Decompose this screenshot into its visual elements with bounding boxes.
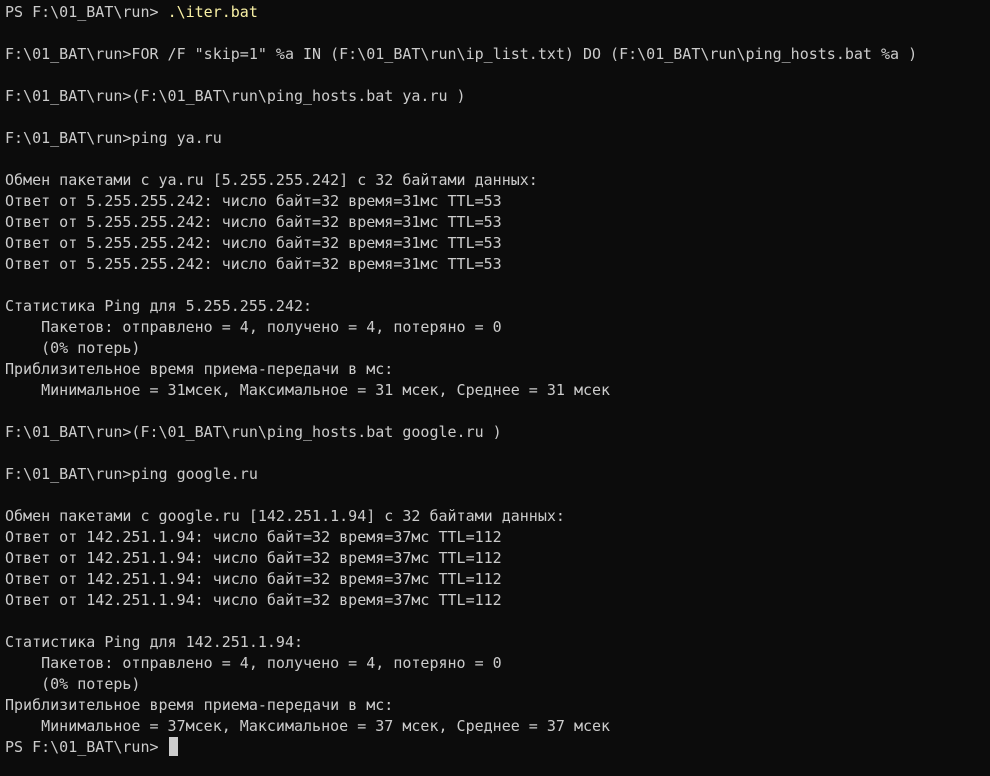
output-line: Пакетов: отправлено = 4, получено = 4, п… — [5, 654, 502, 672]
output-line: Статистика Ping для 142.251.1.94: — [5, 633, 304, 651]
output-line: Ответ от 142.251.1.94: число байт=32 вре… — [5, 549, 502, 567]
text-cursor — [168, 737, 178, 756]
output-line: Ответ от 142.251.1.94: число байт=32 вре… — [5, 570, 502, 588]
prompt-text: PS F:\01_BAT\run> — [5, 738, 168, 756]
output-line: Ответ от 5.255.255.242: число байт=32 вр… — [5, 234, 502, 252]
output-line: F:\01_BAT\run>ping google.ru — [5, 465, 258, 483]
terminal-output: F:\01_BAT\run>FOR /F "skip=1" %a IN (F:\… — [5, 23, 990, 737]
output-line: (0% потерь) — [5, 339, 141, 357]
output-line: Приблизительное время приема-передачи в … — [5, 696, 394, 714]
output-line: F:\01_BAT\run>(F:\01_BAT\run\ping_hosts.… — [5, 87, 466, 105]
output-line: Ответ от 5.255.255.242: число байт=32 вр… — [5, 255, 502, 273]
output-line: F:\01_BAT\run>ping ya.ru — [5, 129, 222, 147]
output-line: F:\01_BAT\run>(F:\01_BAT\run\ping_hosts.… — [5, 423, 502, 441]
command-text: .\iter.bat — [167, 3, 258, 21]
output-line: Обмен пакетами с google.ru [142.251.1.94… — [5, 507, 565, 525]
output-line: Пакетов: отправлено = 4, получено = 4, п… — [5, 318, 502, 336]
current-prompt-line[interactable]: PS F:\01_BAT\run> — [5, 737, 990, 758]
prompt-text: PS F:\01_BAT\run> — [5, 3, 168, 21]
output-line: Обмен пакетами с ya.ru [5.255.255.242] с… — [5, 171, 538, 189]
output-line: F:\01_BAT\run>FOR /F "skip=1" %a IN (F:\… — [5, 45, 918, 63]
output-line: Статистика Ping для 5.255.255.242: — [5, 297, 313, 315]
output-line: (0% потерь) — [5, 675, 141, 693]
output-line: Ответ от 5.255.255.242: число байт=32 вр… — [5, 192, 502, 210]
output-line: Ответ от 142.251.1.94: число байт=32 вре… — [5, 528, 502, 546]
output-line: Минимальное = 37мсек, Максимальное = 37 … — [5, 717, 611, 735]
output-line: Приблизительное время приема-передачи в … — [5, 360, 394, 378]
terminal-window[interactable]: PS F:\01_BAT\run> .\iter.bat F:\01_BAT\r… — [0, 0, 990, 776]
first-prompt-line: PS F:\01_BAT\run> .\iter.bat — [5, 2, 990, 23]
output-line: Ответ от 5.255.255.242: число байт=32 вр… — [5, 213, 502, 231]
output-line: Минимальное = 31мсек, Максимальное = 31 … — [5, 381, 611, 399]
output-line: Ответ от 142.251.1.94: число байт=32 вре… — [5, 591, 502, 609]
